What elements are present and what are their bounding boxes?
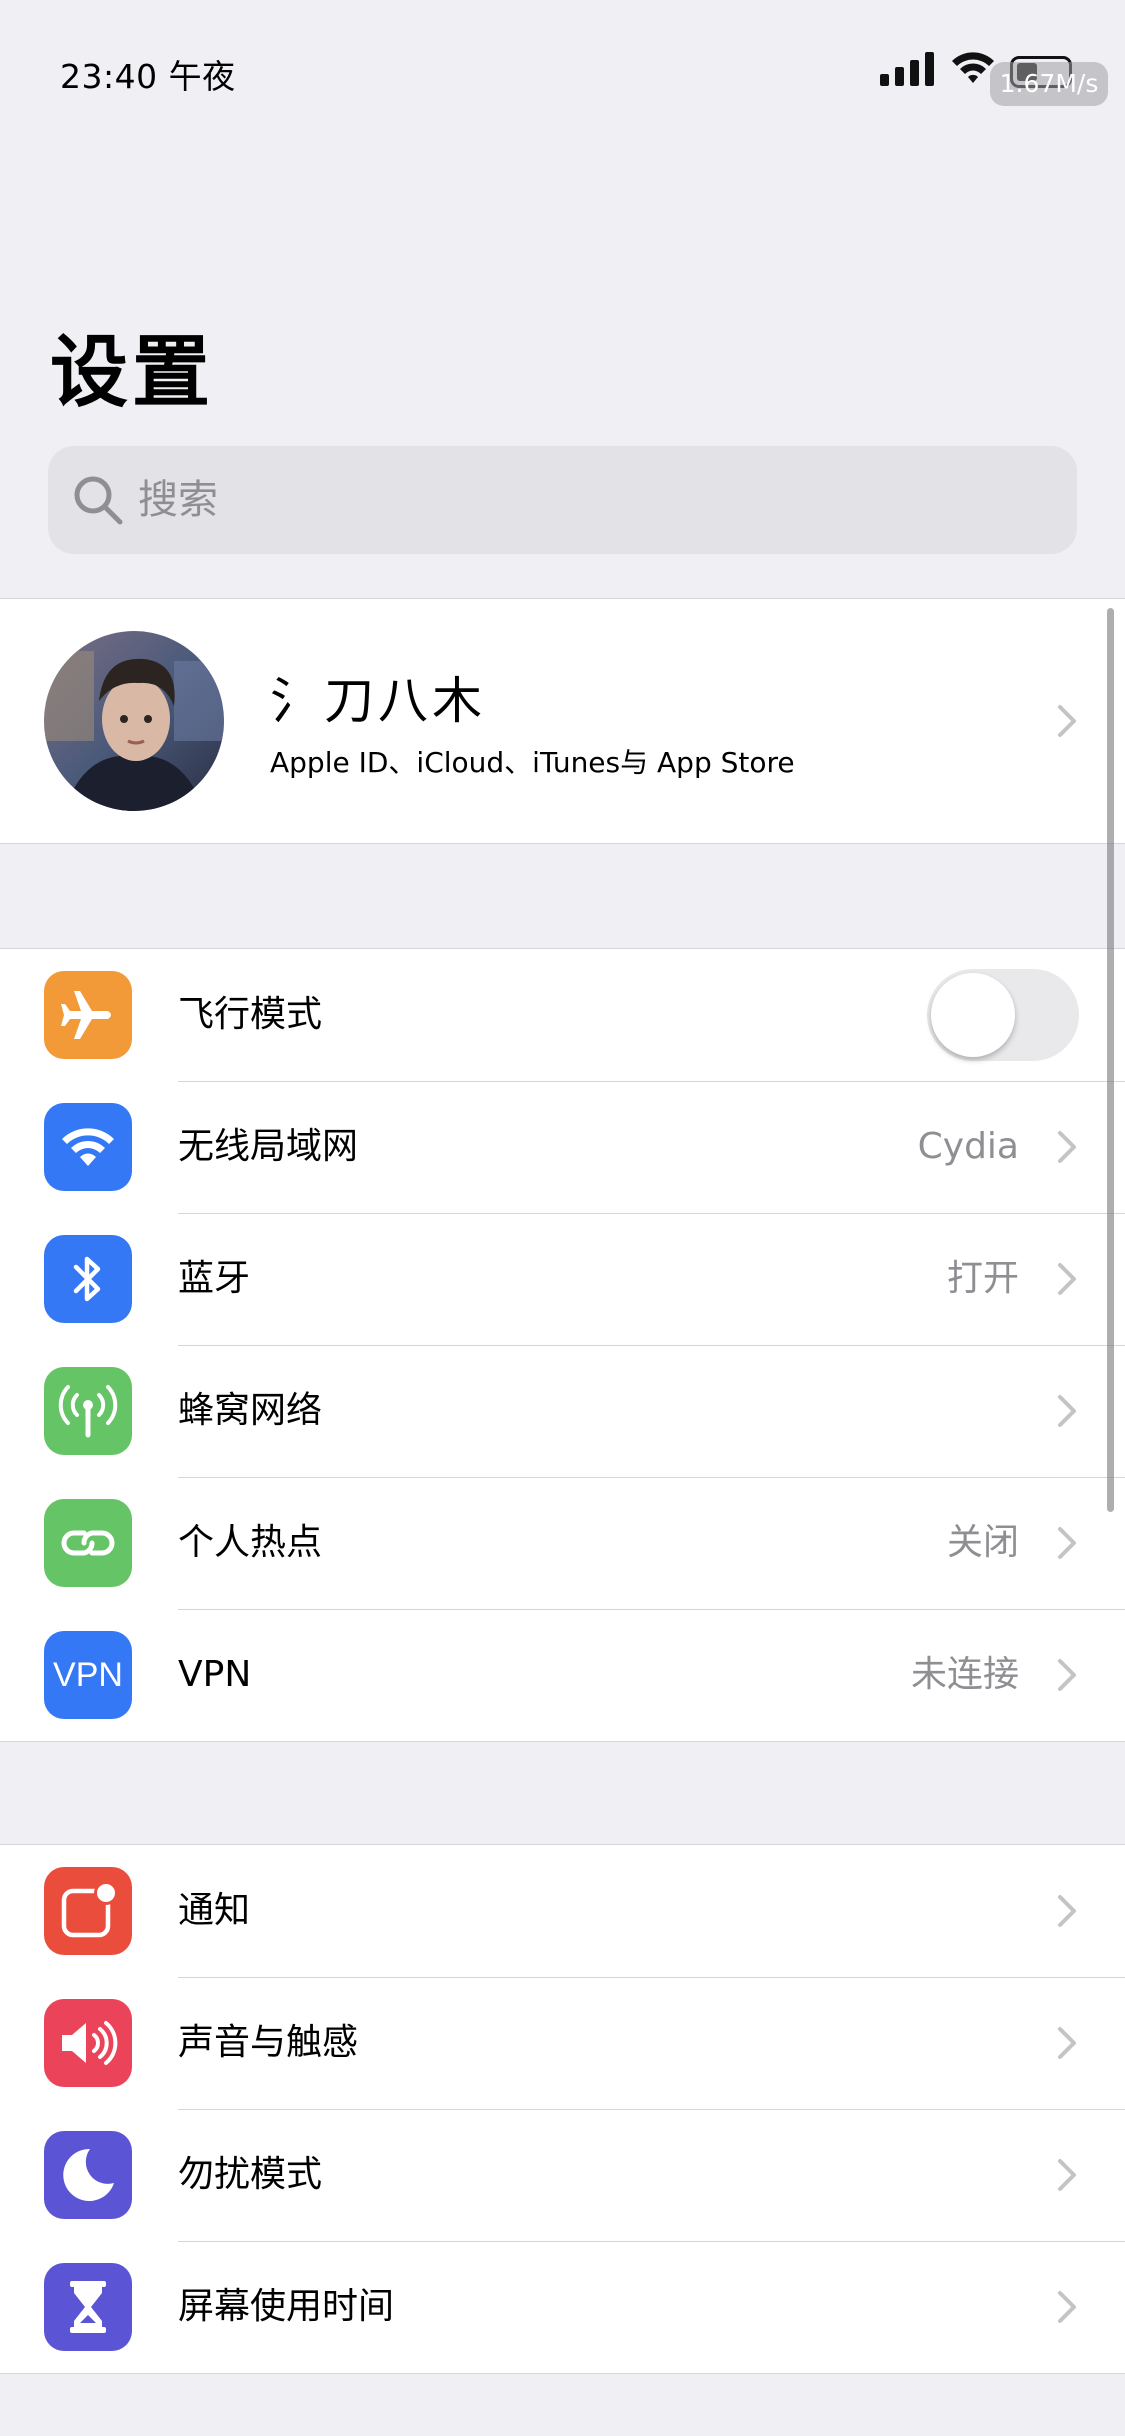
speaker-icon xyxy=(44,1999,132,2087)
airplane-mode-row: 飞行模式 xyxy=(0,949,1125,1081)
wifi-row[interactable]: 无线局域网 Cydia xyxy=(0,1081,1125,1213)
profile-name: 氵刀八木 xyxy=(270,672,486,730)
status-time: 23:40 午夜 xyxy=(60,57,236,96)
hotspot-value: 关闭 xyxy=(946,1522,1019,1563)
cellular-antenna-icon xyxy=(44,1367,132,1455)
chevron-right-icon xyxy=(1058,2027,1076,2059)
general-group: 通知 声音与触感 勿扰模式 屏幕使用时间 xyxy=(0,1844,1125,2374)
connectivity-group: 飞行模式 无线局域网 Cydia 蓝牙 打开 蜂窝网络 个人热点 关闭 VPN … xyxy=(0,948,1125,1742)
screen-time-row[interactable]: 屏幕使用时间 xyxy=(0,2241,1125,2373)
hourglass-icon xyxy=(44,2263,132,2351)
screentime-label: 屏幕使用时间 xyxy=(178,2286,395,2327)
moon-icon xyxy=(44,2131,132,2219)
chevron-right-icon xyxy=(1058,1527,1076,1559)
hotspot-row[interactable]: 个人热点 关闭 xyxy=(0,1477,1125,1609)
network-speed-badge: 1.67M/s xyxy=(990,62,1108,106)
search-bar[interactable] xyxy=(48,446,1077,554)
status-bar: 23:40 午夜 1.67M/s xyxy=(0,0,1125,140)
sounds-label: 声音与触感 xyxy=(178,2022,359,2063)
chevron-right-icon xyxy=(1058,1131,1076,1163)
battery-indicator: 1.67M/s xyxy=(990,52,1108,106)
avatar xyxy=(44,631,224,811)
hotspot-icon xyxy=(44,1499,132,1587)
vpn-label: VPN xyxy=(178,1654,252,1695)
wifi-icon xyxy=(44,1103,132,1191)
sounds-row[interactable]: 声音与触感 xyxy=(0,1977,1125,2109)
chevron-right-icon xyxy=(1058,2291,1076,2323)
page-title: 设置 xyxy=(50,328,215,418)
vpn-icon: VPN xyxy=(44,1631,132,1719)
chevron-right-icon xyxy=(1058,705,1076,737)
search-input[interactable] xyxy=(138,446,1038,554)
airplane-icon xyxy=(44,971,132,1059)
chevron-right-icon xyxy=(1058,1263,1076,1295)
dnd-label: 勿扰模式 xyxy=(178,2154,323,2195)
airplane-mode-toggle[interactable] xyxy=(927,969,1079,1061)
apple-id-profile-row[interactable]: 氵刀八木 Apple ID、iCloud、iTunes与 App Store xyxy=(0,598,1125,844)
search-icon xyxy=(74,476,123,525)
bluetooth-icon xyxy=(44,1235,132,1323)
cellular-label: 蜂窝网络 xyxy=(178,1390,323,1431)
chevron-right-icon xyxy=(1058,1659,1076,1691)
vpn-row[interactable]: VPN VPN 未连接 xyxy=(0,1609,1125,1741)
airplane-mode-label: 飞行模式 xyxy=(178,994,323,1035)
chevron-right-icon xyxy=(1058,1395,1076,1427)
hotspot-label: 个人热点 xyxy=(178,1522,323,1563)
toggle-knob xyxy=(931,973,1015,1057)
vpn-icon-text: VPN xyxy=(53,1656,123,1694)
bluetooth-value: 打开 xyxy=(946,1258,1019,1299)
wifi-label: 无线局域网 xyxy=(178,1126,359,1167)
vpn-value: 未连接 xyxy=(910,1654,1019,1695)
do-not-disturb-row[interactable]: 勿扰模式 xyxy=(0,2109,1125,2241)
bluetooth-row[interactable]: 蓝牙 打开 xyxy=(0,1213,1125,1345)
notifications-label: 通知 xyxy=(178,1890,251,1931)
cellular-row[interactable]: 蜂窝网络 xyxy=(0,1345,1125,1477)
chevron-right-icon xyxy=(1058,2159,1076,2191)
cellular-signal-icon xyxy=(880,52,934,86)
bluetooth-label: 蓝牙 xyxy=(178,1258,251,1299)
scrollbar[interactable] xyxy=(1107,608,1114,1512)
chevron-right-icon xyxy=(1058,1895,1076,1927)
notification-icon xyxy=(44,1867,132,1955)
profile-subtitle: Apple ID、iCloud、iTunes与 App Store xyxy=(270,746,795,779)
wifi-value: Cydia xyxy=(917,1126,1019,1167)
notifications-row[interactable]: 通知 xyxy=(0,1845,1125,1977)
